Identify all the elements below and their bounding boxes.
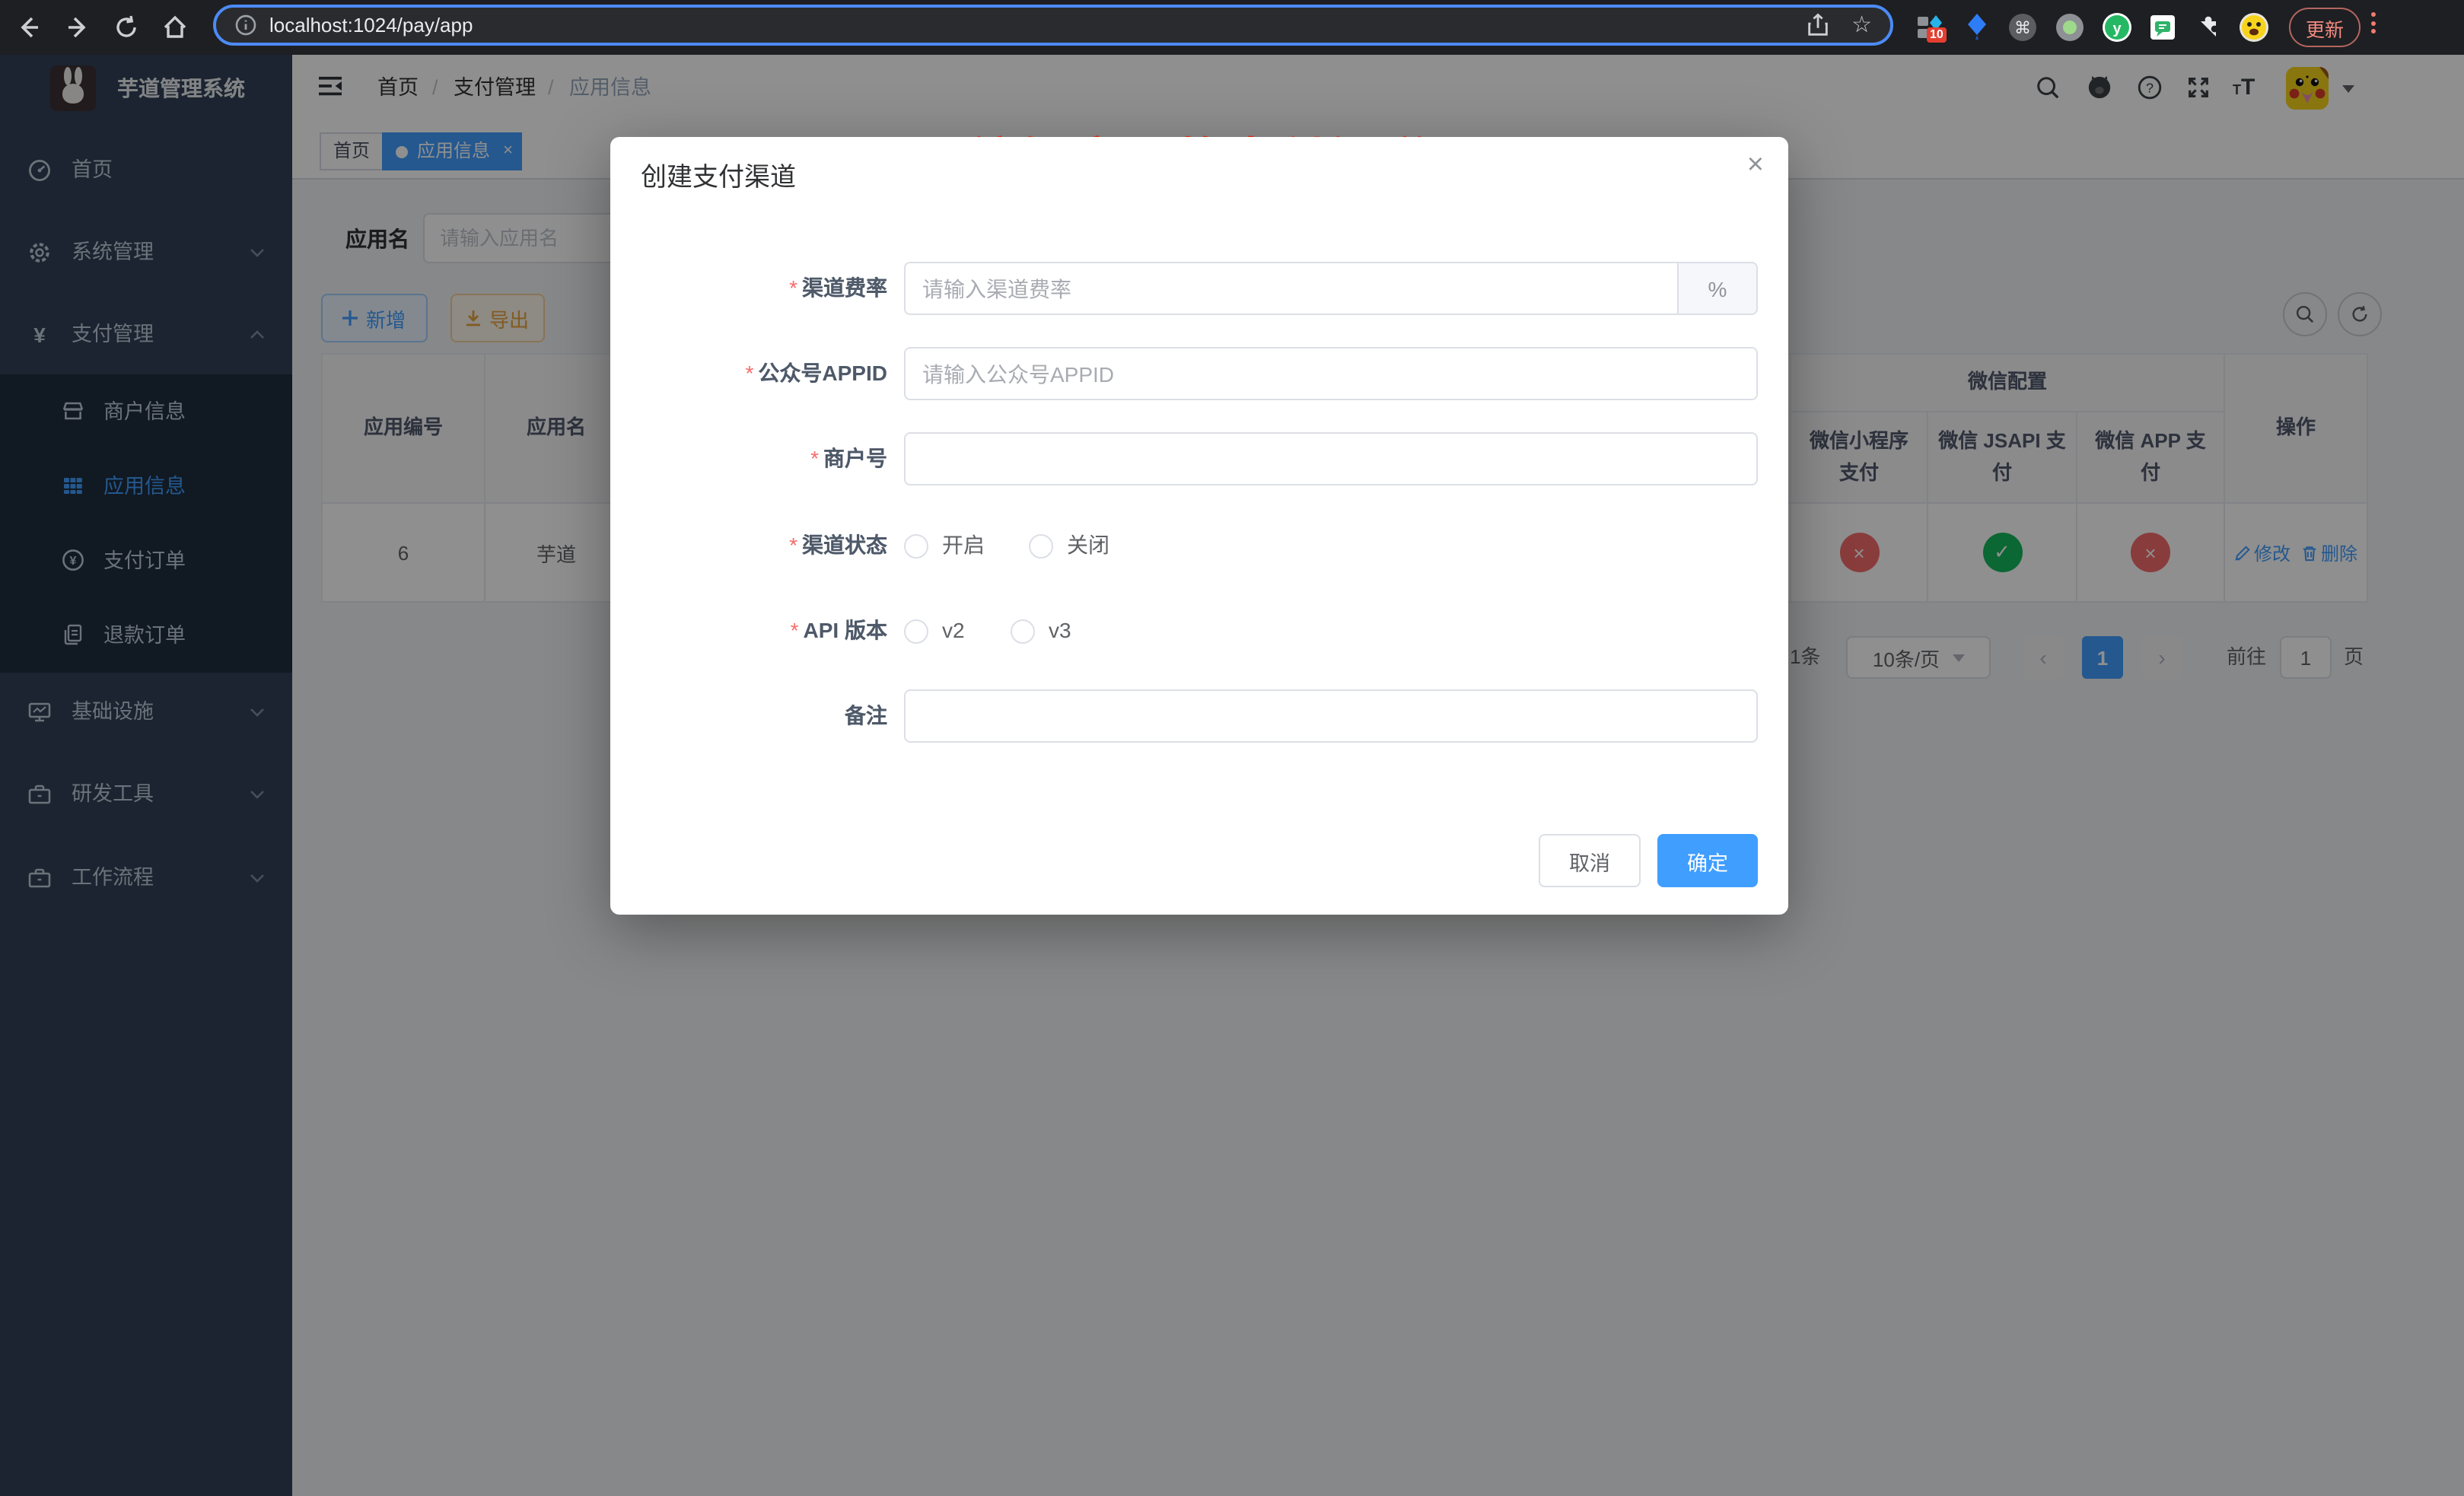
- radio-label-open[interactable]: 开启: [942, 519, 985, 572]
- profile-emoji-icon[interactable]: [2239, 12, 2269, 43]
- percent-suffix: %: [1679, 262, 1758, 315]
- forward-icon[interactable]: [64, 14, 91, 41]
- extension-badge: 10: [1927, 27, 1947, 43]
- dialog-title: 创建支付渠道: [641, 155, 796, 193]
- radio-api-v3[interactable]: [1011, 619, 1035, 644]
- required-mark: *: [789, 533, 797, 557]
- extension-command-icon[interactable]: ⌘: [2007, 12, 2038, 43]
- dialog-close-icon[interactable]: ×: [1747, 149, 1764, 183]
- radio-label-v3[interactable]: v3: [1049, 604, 1071, 657]
- svg-text:⌘: ⌘: [2014, 18, 2031, 37]
- field-label: *公众号APPID: [610, 347, 887, 400]
- field-label: *商户号: [610, 432, 887, 485]
- field-label: *API 版本: [610, 604, 887, 657]
- merchant-id-input[interactable]: [904, 432, 1758, 485]
- screen: localhost:1024/pay/app ☆ 10 ⌘ y 更新: [0, 0, 2464, 1496]
- site-info-icon[interactable]: [234, 14, 257, 37]
- required-mark: *: [791, 618, 799, 642]
- required-mark: *: [789, 275, 797, 300]
- url-bar[interactable]: localhost:1024/pay/app ☆: [213, 5, 1893, 46]
- browser-menu-icon[interactable]: [2371, 12, 2376, 33]
- form-row-rate: *渠道费率 %: [610, 262, 1788, 315]
- home-icon[interactable]: [161, 14, 189, 41]
- form-row-merchant: *商户号: [610, 432, 1788, 485]
- extensions-puzzle-icon[interactable]: [2193, 12, 2224, 43]
- radio-label-closed[interactable]: 关闭: [1067, 519, 1109, 572]
- create-pay-channel-dialog: 创建支付渠道 × *渠道费率 % *公众号APPID *商户号 *渠道状态 开启: [610, 137, 1788, 915]
- extension-monkey-icon[interactable]: 10: [1915, 12, 1945, 43]
- official-account-appid-input[interactable]: [904, 347, 1758, 400]
- field-label: *渠道费率: [610, 262, 887, 315]
- cancel-button[interactable]: 取消: [1539, 834, 1641, 887]
- channel-rate-input[interactable]: [904, 262, 1679, 315]
- bookmark-star-icon[interactable]: ☆: [1851, 14, 1872, 37]
- share-icon[interactable]: [1804, 12, 1830, 38]
- form-row-remark: 备注: [610, 689, 1788, 743]
- field-label: 备注: [610, 689, 887, 743]
- reload-icon[interactable]: [113, 14, 140, 41]
- update-label: 更新: [2306, 13, 2344, 42]
- browser-toolbar: localhost:1024/pay/app ☆ 10 ⌘ y 更新: [0, 0, 2464, 55]
- form-row-status: *渠道状态 开启 关闭: [610, 519, 1788, 572]
- svg-text:y: y: [2112, 21, 2122, 37]
- field-label: *渠道状态: [610, 519, 887, 572]
- back-icon[interactable]: [15, 14, 43, 41]
- radio-status-open[interactable]: [904, 534, 928, 559]
- radio-api-v2[interactable]: [904, 619, 928, 644]
- extension-dot-icon[interactable]: [2055, 12, 2085, 43]
- extension-chat-icon[interactable]: [2147, 12, 2178, 43]
- required-mark: *: [746, 361, 754, 385]
- browser-update-button[interactable]: 更新: [2289, 8, 2361, 47]
- form-row-api-version: *API 版本 v2 v3: [610, 604, 1788, 657]
- remark-input[interactable]: [904, 689, 1758, 743]
- url-text[interactable]: localhost:1024/pay/app: [269, 14, 473, 37]
- radio-label-v2[interactable]: v2: [942, 604, 965, 657]
- extension-balloon-icon[interactable]: [1962, 12, 1992, 43]
- radio-status-closed[interactable]: [1029, 534, 1053, 559]
- form-row-appid: *公众号APPID: [610, 347, 1788, 400]
- required-mark: *: [810, 446, 819, 470]
- confirm-button[interactable]: 确定: [1657, 834, 1758, 887]
- extension-y-icon[interactable]: y: [2102, 12, 2132, 43]
- app-viewport: 芋道管理系统 首页 系统管理 ¥ 支付管理: [0, 55, 2464, 1496]
